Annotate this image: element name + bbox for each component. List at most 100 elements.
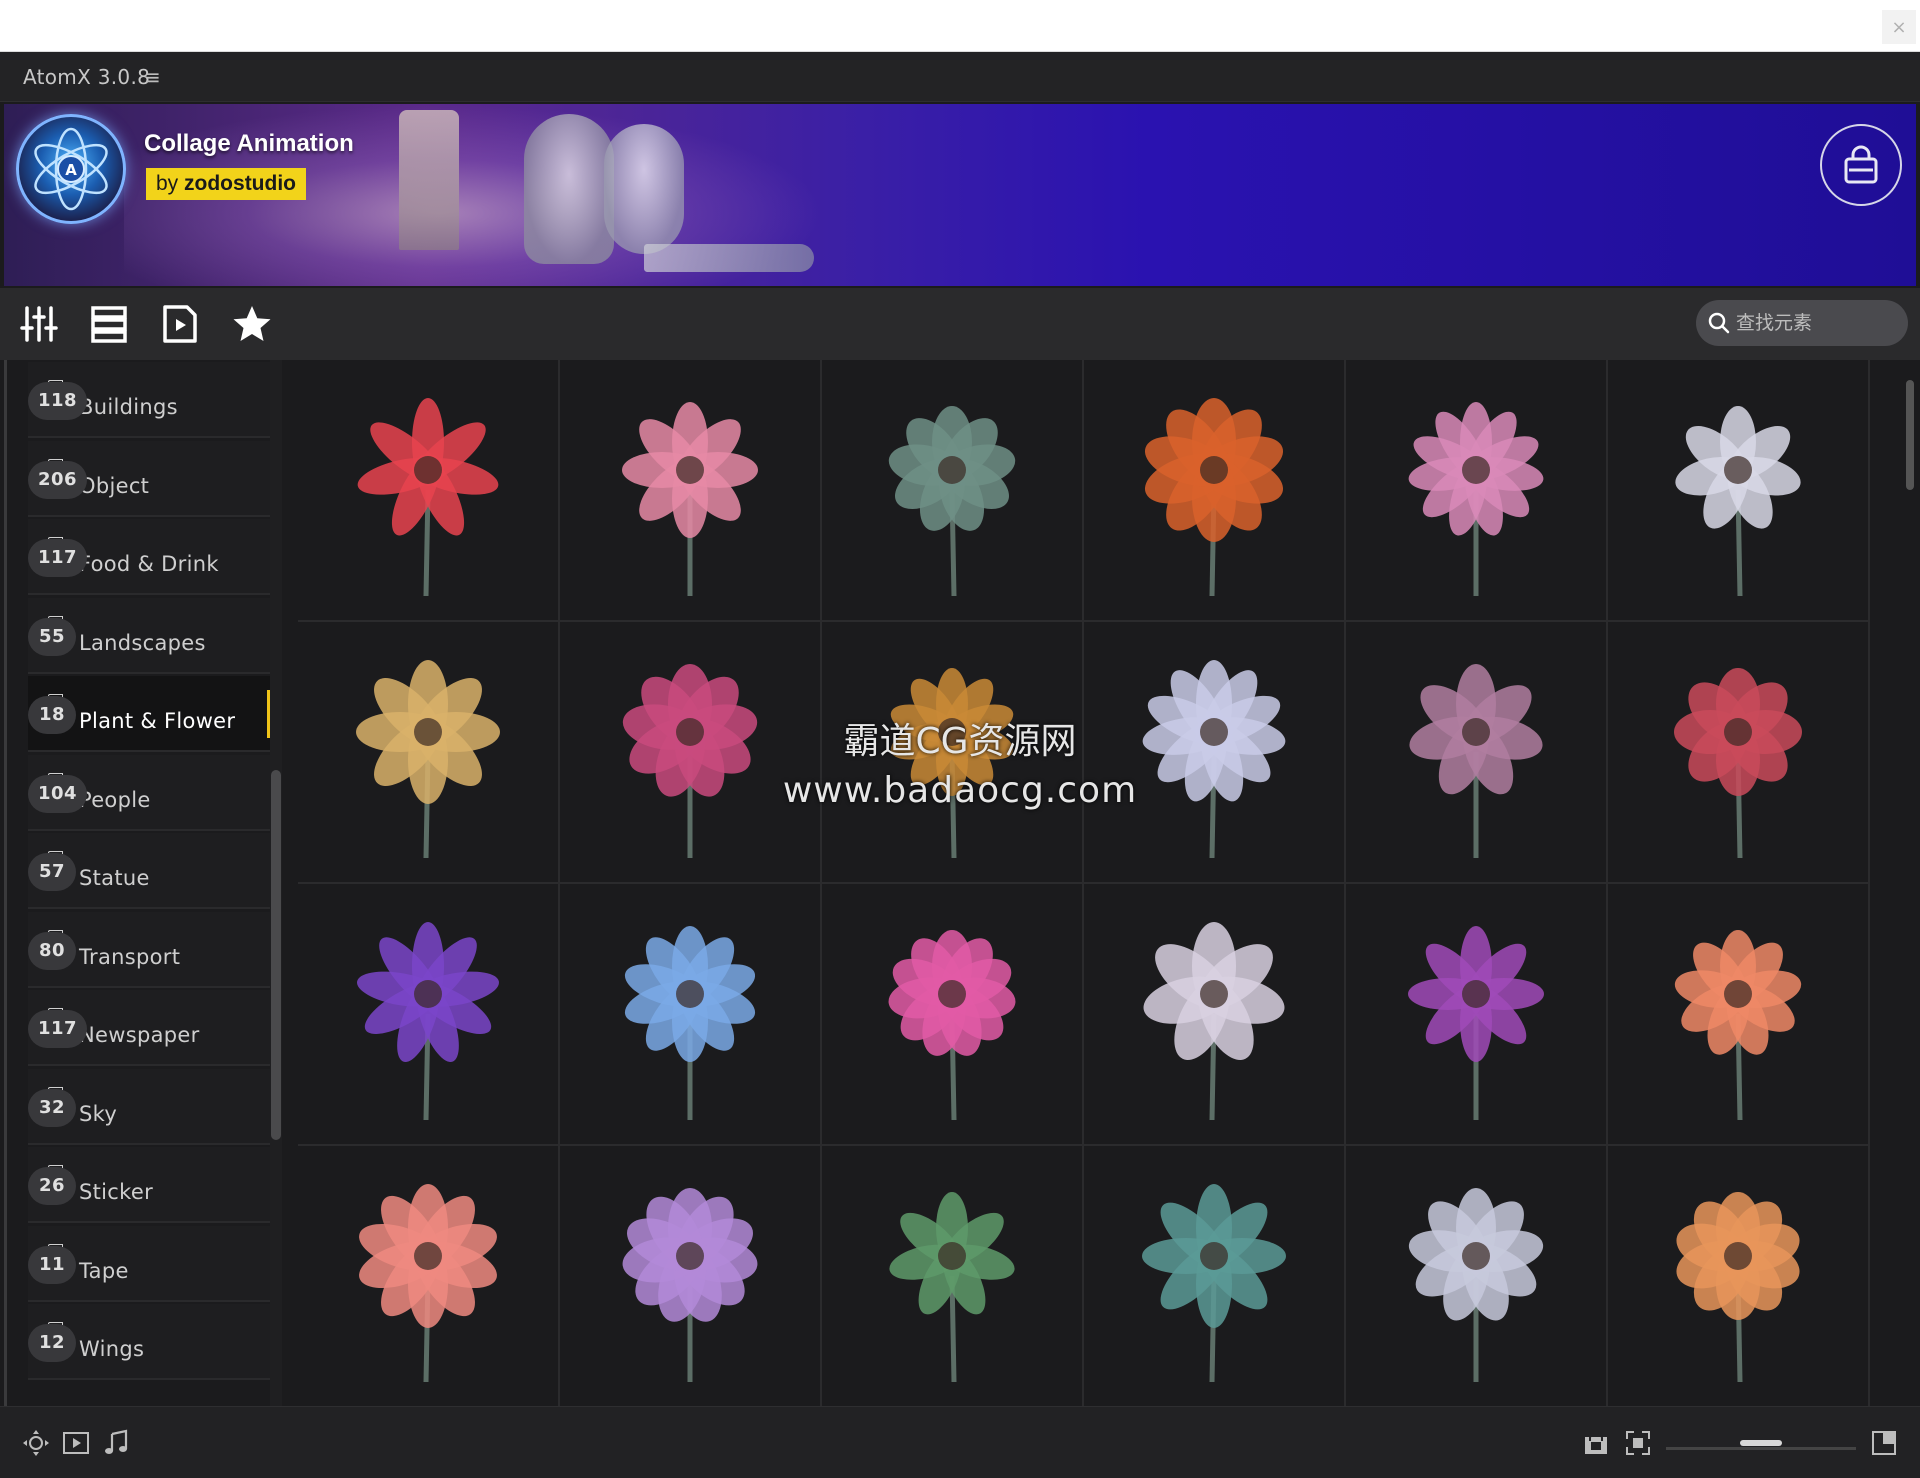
red-tulips-vase-image: [1674, 668, 1802, 859]
leaning-tower-image: [399, 110, 459, 250]
sidebar-item-object[interactable]: AEObject206: [28, 440, 270, 517]
sidebar-item-statue[interactable]: AEStatue57: [28, 833, 270, 909]
asset-thumbnail-small-purple-flower[interactable]: [1346, 884, 1606, 1144]
asset-thumbnail-lilac-blossom[interactable]: [560, 1146, 820, 1406]
asset-thumbnail-tulip-bouquet-pink-paper[interactable]: [1346, 360, 1606, 620]
asset-thumbnail-lavender-sprigs-paper[interactable]: [1084, 884, 1344, 1144]
asset-thumbnail-blue-daisy[interactable]: [560, 884, 820, 1144]
status-bar: [0, 1406, 1920, 1478]
asset-thumbnail-orange-cosmos[interactable]: [1084, 360, 1344, 620]
asset-thumbnail-salmon-gerbera[interactable]: [1608, 884, 1868, 1144]
statue-bust-image: [524, 114, 614, 264]
search-box[interactable]: [1696, 300, 1908, 346]
move-button[interactable]: [20, 1427, 52, 1459]
asset-thumbnail-teal-leaves[interactable]: [1084, 1146, 1344, 1406]
banner-author-name: zodostudio: [184, 172, 297, 195]
sidebar-item-count-badge: 104: [28, 774, 88, 813]
sidebar-item-plant-flower[interactable]: AEPlant & Flower18: [28, 676, 270, 752]
favorites-button[interactable]: [230, 302, 274, 346]
asset-thumbnail-red-tulip[interactable]: [298, 360, 558, 620]
asset-thumbnail-striped-yellow-bud[interactable]: [298, 622, 558, 882]
sidebar-item-count-badge: 206: [28, 460, 88, 499]
sidebar-item-label: Wings: [79, 1337, 145, 1361]
pink-bouquet-image: [622, 402, 758, 596]
sidebar-item-landscapes[interactable]: AELandscapes55: [28, 597, 270, 674]
asset-thumbnail-orange-poppy[interactable]: [1608, 1146, 1868, 1406]
title-bar: AtomX 3.0.8 ≡: [0, 52, 1920, 102]
fullscreen-icon: [1872, 1431, 1896, 1455]
sidebar-item-count-badge: 26: [28, 1167, 76, 1205]
watermark: 霸道CG资源网 www.badaocg.com: [740, 712, 1180, 811]
red-tulip-image: [357, 398, 499, 597]
sidebar-item-count-badge: 11: [28, 1245, 76, 1284]
pink-lotus-image: [888, 930, 1016, 1121]
fern-leaves-paper-image: [889, 1192, 1015, 1383]
zoom-slider-thumb[interactable]: [1740, 1440, 1782, 1446]
hamburger-menu-icon[interactable]: ≡: [144, 65, 161, 89]
sidebar-item-transport[interactable]: AETransport80: [28, 911, 270, 988]
lavender-sprigs-paper-image: [1143, 922, 1285, 1121]
sidebar-edge: [4, 360, 7, 1406]
asset-thumbnail-white-flower-circle[interactable]: [1346, 1146, 1606, 1406]
video-file-button[interactable]: [158, 302, 202, 346]
atomx-logo: A: [16, 114, 126, 224]
main-toolbar: [0, 288, 1920, 360]
asset-thumbnail-purple-aster[interactable]: [298, 884, 558, 1144]
audio-button[interactable]: [100, 1427, 132, 1459]
store-button[interactable]: [1820, 124, 1902, 206]
blue-daisy-image: [624, 926, 756, 1120]
asset-thumbnail-white-gypsophila-bouquet[interactable]: [1608, 360, 1868, 620]
lilac-blossom-image: [622, 1188, 758, 1382]
sidebar-item-food-drink[interactable]: AEFood & Drink117: [28, 519, 270, 595]
video-file-icon: [163, 305, 197, 343]
sidebar-item-sticker[interactable]: AESticker26: [28, 1147, 270, 1223]
sidebar-item-count-badge: 117: [28, 539, 88, 577]
host-top-strip: ×: [0, 0, 1920, 52]
sidebar-scrollbar[interactable]: [270, 360, 282, 1406]
asset-thumbnail-pink-lotus[interactable]: [822, 884, 1082, 1144]
sidebar-item-label: Plant & Flower: [79, 709, 236, 733]
category-sidebar: AEBuildings118AEObject206AEFood & Drink1…: [0, 360, 290, 1406]
sidebar-item-sky[interactable]: AESky32: [28, 1068, 270, 1145]
fit-screen-button[interactable]: [1622, 1427, 1654, 1459]
asset-thumbnail-fern-leaves-paper[interactable]: [822, 1146, 1082, 1406]
sliders-icon: [20, 306, 58, 342]
sidebar-item-count-badge: 32: [28, 1088, 76, 1127]
asset-thumbnail-pink-lily[interactable]: [298, 1146, 558, 1406]
zoom-slider-track[interactable]: [1666, 1447, 1856, 1450]
grid-scrollbar[interactable]: [1906, 360, 1916, 1406]
atomx-window: AtomX 3.0.8 ≡ A Collage Animation by zod…: [0, 52, 1920, 1478]
close-icon[interactable]: ×: [1882, 10, 1916, 44]
sidebar-item-newspaper[interactable]: AENewspaper117: [28, 990, 270, 1066]
white-flower-circle-image: [1408, 1188, 1544, 1382]
sidebar-item-label: Tape: [79, 1258, 129, 1283]
green-leaf-image: [888, 406, 1016, 597]
asset-thumbnail-dark-bouquet[interactable]: [1346, 622, 1606, 882]
sidebar-scroll-thumb[interactable]: [271, 770, 281, 1140]
sidebar-item-tape[interactable]: AETape11: [28, 1225, 270, 1302]
asset-thumbnail-pink-bouquet[interactable]: [560, 360, 820, 620]
fullscreen-button[interactable]: [1868, 1427, 1900, 1459]
watermark-line-1: 霸道CG资源网: [843, 721, 1077, 762]
search-input[interactable]: [1736, 308, 1896, 338]
app-root: × AtomX 3.0.8 ≡ A Collage Animation by z…: [0, 0, 1920, 1478]
sidebar-item-buildings[interactable]: AEBuildings118: [28, 362, 270, 438]
preview-button[interactable]: [60, 1427, 92, 1459]
lock-icon: [1585, 1431, 1607, 1454]
sidebar-item-label: Food & Drink: [79, 552, 219, 576]
pack-banner[interactable]: A Collage Animation by zodostudio: [4, 104, 1916, 286]
sidebar-item-people[interactable]: AEPeople104: [28, 754, 270, 831]
sidebar-item-label: Statue: [79, 866, 150, 890]
striped-yellow-bud-image: [356, 660, 500, 859]
white-gypsophila-bouquet-image: [1675, 406, 1801, 597]
grid-scroll-thumb[interactable]: [1906, 380, 1914, 490]
list-view-button[interactable]: [87, 302, 131, 346]
fit-screen-icon: [1626, 1431, 1650, 1455]
sidebar-item-count-badge: 18: [28, 696, 76, 734]
orange-poppy-image: [1676, 1192, 1800, 1383]
sliders-button[interactable]: [17, 302, 61, 346]
asset-thumbnail-green-leaf[interactable]: [822, 360, 1082, 620]
asset-thumbnail-red-tulips-vase[interactable]: [1608, 622, 1868, 882]
lock-button[interactable]: [1580, 1427, 1612, 1459]
sidebar-item-wings[interactable]: AEWings12: [28, 1304, 270, 1380]
